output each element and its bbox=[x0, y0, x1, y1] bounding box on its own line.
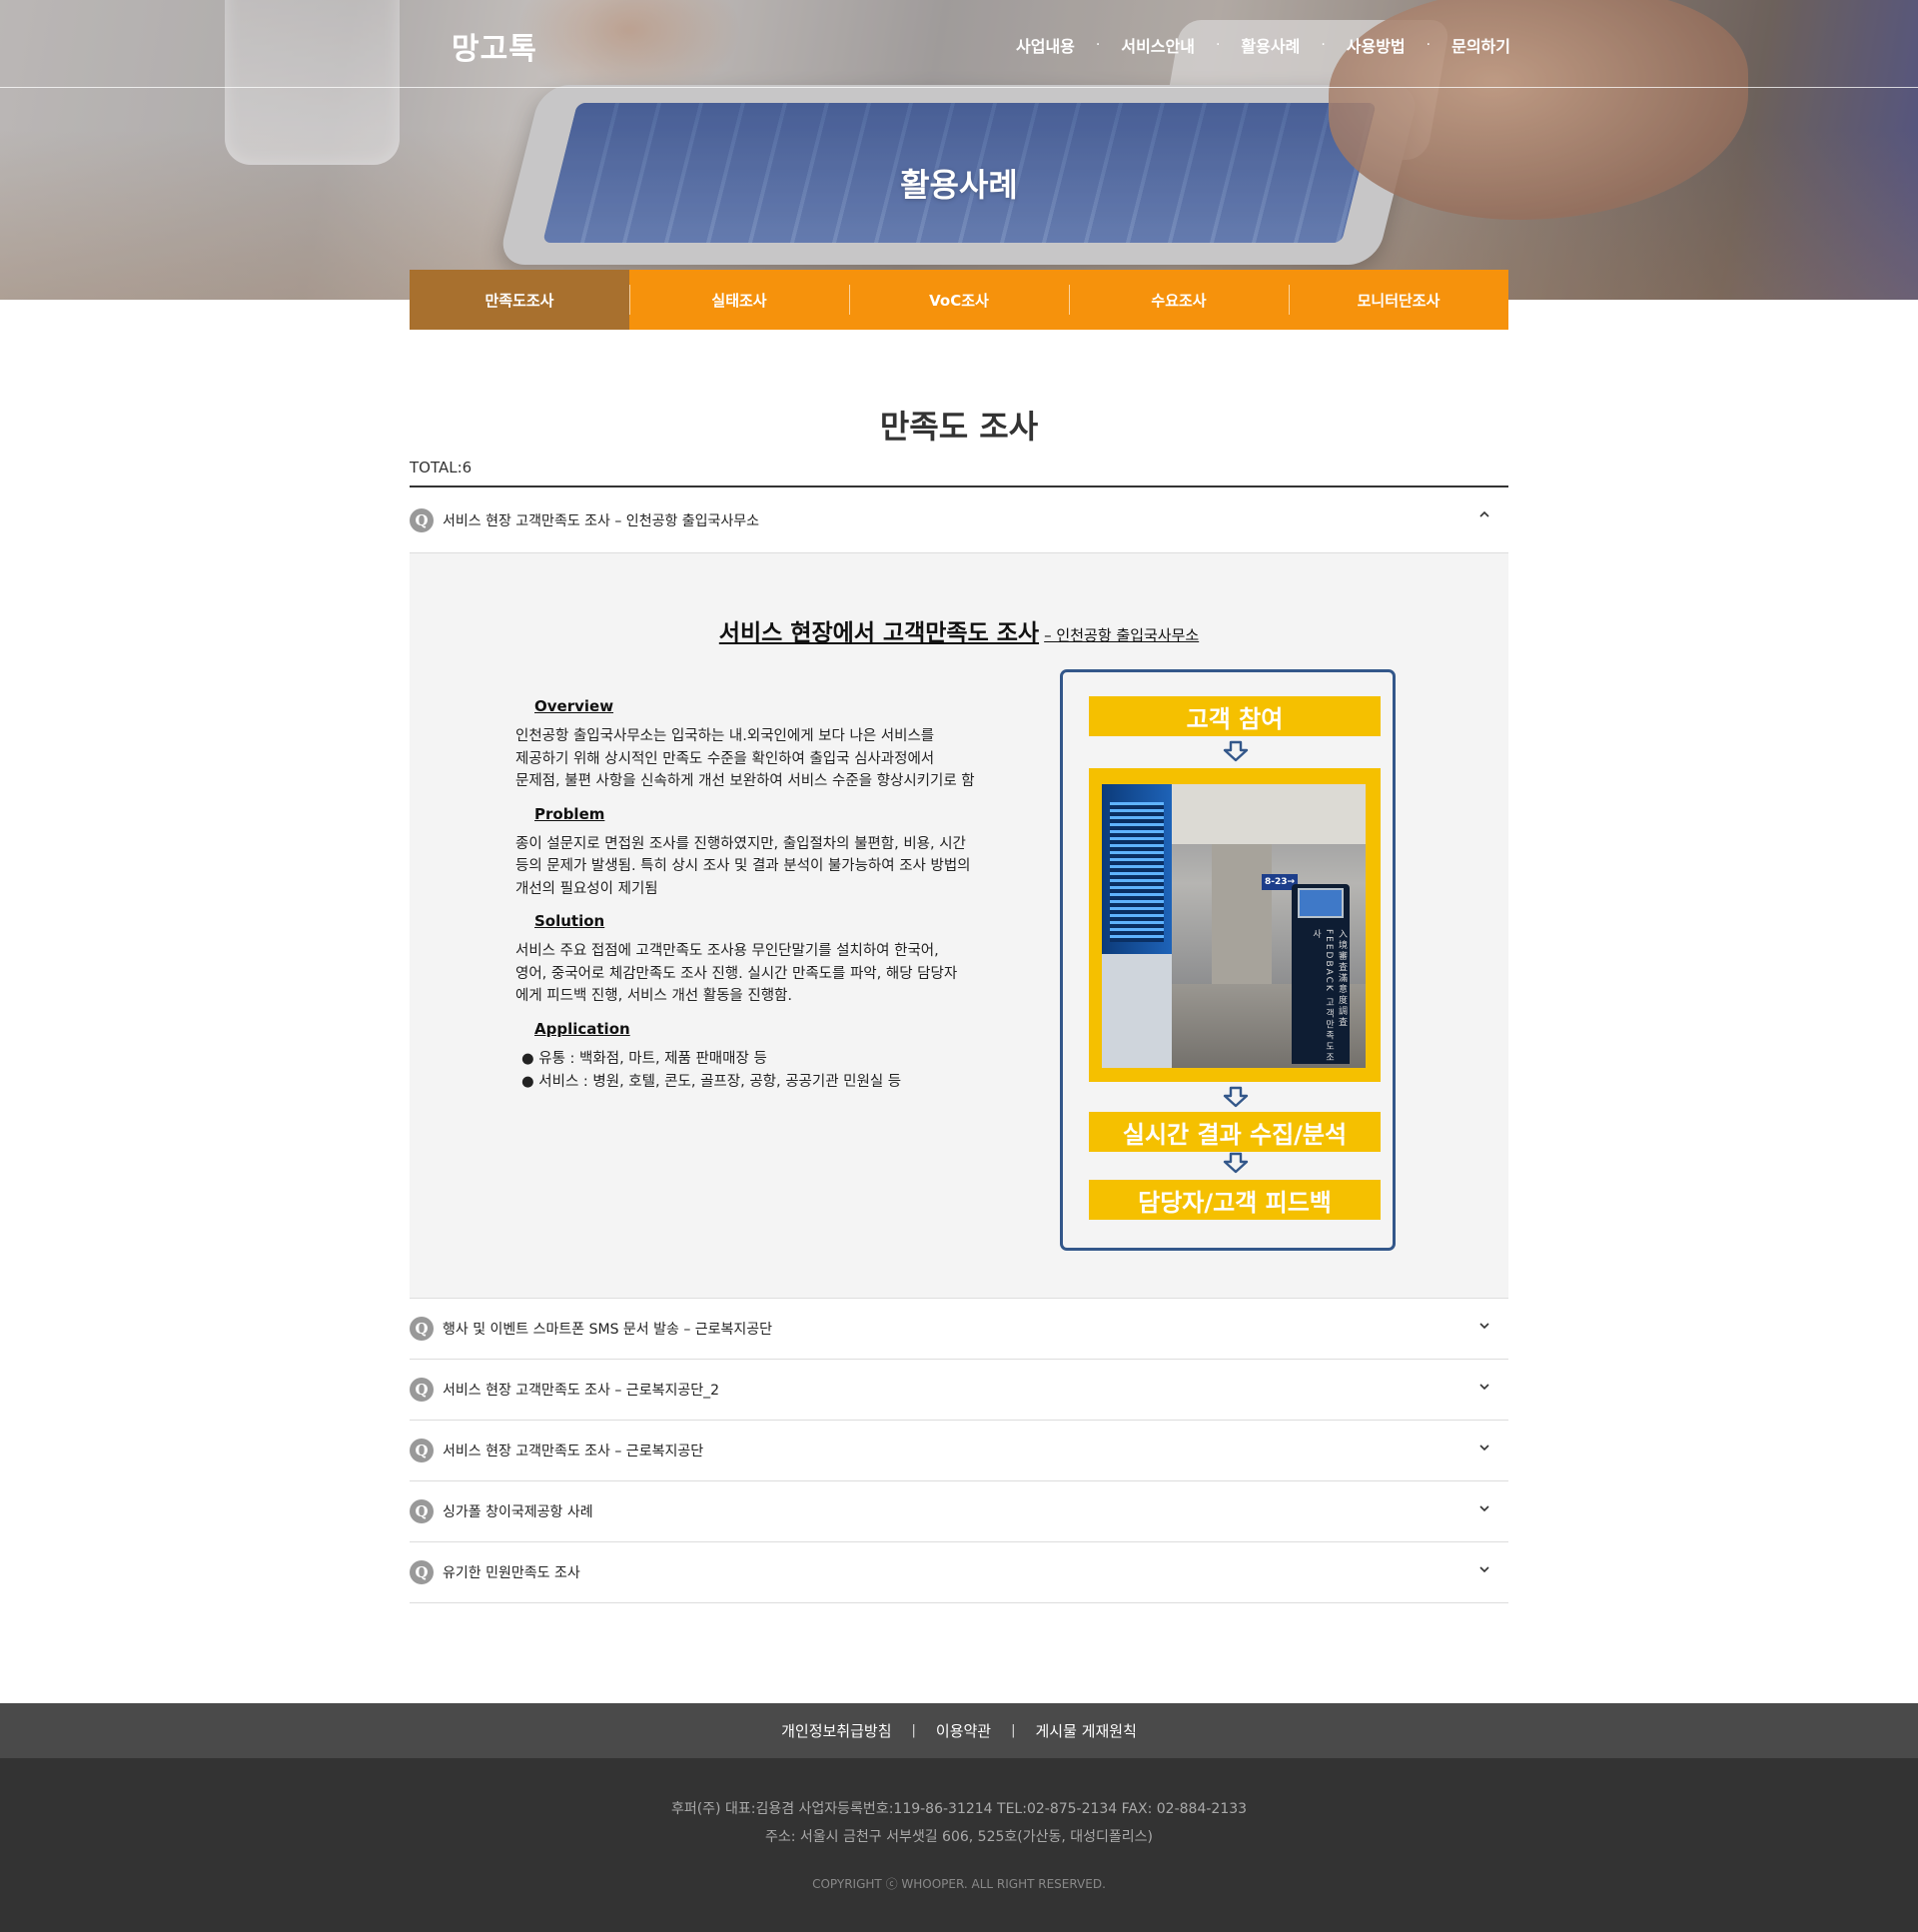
application-item: ● 유통 : 백화점, 마트, 제품 판매매장 등 bbox=[521, 1050, 767, 1067]
tab-voc[interactable]: VoC조사 bbox=[849, 270, 1069, 330]
nav-item-cases[interactable]: 활용사례 bbox=[1241, 33, 1300, 57]
category-tabs: 만족도조사 실태조사 VoC조사 수요조사 모니터단조사 bbox=[410, 270, 1508, 330]
main-nav: 사업내용 · 서비스안내 · 활용사례 · 사용방법 · 문의하기 bbox=[1016, 33, 1510, 57]
list-item-title: 서비스 현장 고객만족도 조사 – 근로복지공단 bbox=[443, 1444, 704, 1459]
kiosk-photo: 8-23→ 入境審査滿意度調査 FEEDBACK 고객만족도조사 bbox=[1089, 768, 1381, 1082]
nav-item-howto[interactable]: 사용방법 bbox=[1347, 33, 1406, 57]
list-item[interactable]: Q 서비스 현장 고객만족도 조사 – 근로복지공단_2 bbox=[410, 1360, 1508, 1421]
tab-status-survey[interactable]: 실태조사 bbox=[629, 270, 849, 330]
arrow-down-icon bbox=[1223, 1152, 1249, 1174]
footer-info: 후퍼(주) 대표:김용겸 사업자등록번호:119-86-31214 TEL:02… bbox=[0, 1758, 1918, 1932]
diagram-step-participation: 고객 참여 bbox=[1089, 696, 1381, 736]
list-item-title: 서비스 현장 고객만족도 조사 – 근로복지공단_2 bbox=[443, 1383, 719, 1399]
nav-dot-separator: · bbox=[1321, 37, 1326, 53]
q-icon: Q bbox=[410, 1317, 434, 1341]
footer-separator: | bbox=[911, 1723, 916, 1738]
company-info: 후퍼(주) 대표:김용겸 사업자등록번호:119-86-31214 TEL:02… bbox=[670, 1801, 1248, 1817]
nav-item-service[interactable]: 서비스안내 bbox=[1121, 33, 1195, 57]
nav-dot-separator: · bbox=[1426, 37, 1432, 53]
nav-dot-separator: · bbox=[1215, 37, 1221, 53]
solution-heading: Solution bbox=[534, 912, 605, 930]
case-list: Q 서비스 현장 고객만족도 조사 – 인천공항 출입국사무소 서비스 현장에서… bbox=[410, 485, 1508, 1603]
list-item[interactable]: Q 행사 및 이벤트 스마트폰 SMS 문서 발송 – 근로복지공단 bbox=[410, 1299, 1508, 1360]
hero-title: 활용사례 bbox=[900, 166, 1018, 204]
diagram-step-feedback: 담당자/고객 피드백 bbox=[1089, 1180, 1381, 1220]
list-item[interactable]: Q 서비스 현장 고객만족도 조사 – 인천공항 출입국사무소 bbox=[410, 487, 1508, 553]
list-item-title: 서비스 현장 고객만족도 조사 – 인천공항 출입국사무소 bbox=[443, 512, 760, 529]
detail-title-sub: – 인천공항 출입국사무소 bbox=[1044, 626, 1200, 644]
overview-text: 인천공항 출입국사무소는 입국하는 내.외국인에게 보다 나은 서비스를 제공하… bbox=[515, 728, 975, 789]
chevron-up-icon[interactable] bbox=[1478, 508, 1490, 520]
kiosk-photo-image: 8-23→ 入境審査滿意度調査 FEEDBACK 고객만족도조사 bbox=[1102, 784, 1366, 1068]
problem-heading: Problem bbox=[534, 804, 605, 823]
chevron-down-icon[interactable] bbox=[1478, 1563, 1490, 1575]
footer-link-posting-policy[interactable]: 게시물 게재원칙 bbox=[1036, 1720, 1137, 1741]
chevron-down-icon[interactable] bbox=[1478, 1320, 1490, 1332]
detail-title-main: 서비스 현장에서 고객만족도 조사 bbox=[718, 620, 1040, 646]
detail-text: Overview 인천공항 출입국사무소는 입국하는 내.외국인에게 보다 나은… bbox=[515, 697, 1055, 1094]
footer-links: 개인정보취급방침 | 이용약관 | 게시물 게재원칙 bbox=[0, 1703, 1918, 1758]
list-item-title: 싱가폴 창이국제공항 사례 bbox=[443, 1504, 593, 1520]
list-item[interactable]: Q 싱가폴 창이국제공항 사례 bbox=[410, 1481, 1508, 1542]
chevron-down-icon[interactable] bbox=[1478, 1381, 1490, 1393]
kiosk-label: 入境審査滿意度調査 FEEDBACK 고객만족도조사 bbox=[1311, 929, 1347, 1064]
q-icon: Q bbox=[410, 1439, 434, 1462]
hero-banner: 망고톡 사업내용 · 서비스안내 · 활용사례 · 사용방법 · 문의하기 활용… bbox=[0, 0, 1918, 300]
footer-link-terms[interactable]: 이용약관 bbox=[936, 1720, 991, 1741]
q-icon: Q bbox=[410, 1499, 434, 1523]
list-item[interactable]: Q 유기한 민원만족도 조사 bbox=[410, 1542, 1508, 1603]
application-item: ● 서비스 : 병원, 호텔, 콘도, 골프장, 공항, 공공기관 민원실 등 bbox=[521, 1073, 902, 1090]
q-icon: Q bbox=[410, 1560, 434, 1584]
application-heading: Application bbox=[534, 1019, 630, 1038]
survey-kiosk: 入境審査滿意度調査 FEEDBACK 고객만족도조사 bbox=[1292, 884, 1350, 1064]
top-navigation-bar: 망고톡 사업내용 · 서비스안내 · 활용사례 · 사용방법 · 문의하기 bbox=[0, 0, 1918, 88]
copyright: COPYRIGHT ⓒ WHOOPER. ALL RIGHT RESERVED. bbox=[812, 1877, 1106, 1891]
q-icon: Q bbox=[410, 507, 434, 532]
arrow-down-icon bbox=[1223, 1086, 1249, 1108]
list-item-title: 행사 및 이벤트 스마트폰 SMS 문서 발송 – 근로복지공단 bbox=[443, 1322, 773, 1338]
case-detail-panel: 서비스 현장에서 고객만족도 조사 – 인천공항 출입국사무소 Overview… bbox=[410, 553, 1508, 1299]
tab-monitor[interactable]: 모니터단조사 bbox=[1289, 270, 1508, 330]
tab-satisfaction[interactable]: 만족도조사 bbox=[410, 270, 629, 330]
nav-item-business[interactable]: 사업내용 bbox=[1016, 33, 1075, 57]
nav-item-contact[interactable]: 문의하기 bbox=[1451, 33, 1510, 57]
section-title: 만족도 조사 bbox=[879, 408, 1039, 446]
tab-demand[interactable]: 수요조사 bbox=[1069, 270, 1289, 330]
arrow-down-icon bbox=[1223, 740, 1249, 762]
diagram-step-analysis: 실시간 결과 수집/분석 bbox=[1089, 1112, 1381, 1152]
site-logo[interactable]: 망고톡 bbox=[452, 24, 537, 68]
q-icon: Q bbox=[410, 1378, 434, 1402]
process-diagram: 고객 참여 8-23→ 入境審査滿意度調査 FEEDBACK 고객만족도조사 실… bbox=[1060, 669, 1396, 1251]
list-item-title: 유기한 민원만족도 조사 bbox=[443, 1565, 580, 1581]
total-count: TOTAL:6 bbox=[410, 459, 473, 477]
chevron-down-icon[interactable] bbox=[1478, 1502, 1490, 1514]
footer-link-privacy[interactable]: 개인정보취급방침 bbox=[781, 1720, 891, 1741]
solution-text: 서비스 주요 접점에 고객만족도 조사용 무인단말기를 설치하여 한국어, 영어… bbox=[515, 943, 958, 1004]
overview-heading: Overview bbox=[534, 697, 614, 715]
chevron-down-icon[interactable] bbox=[1478, 1442, 1490, 1453]
problem-text: 종이 설문지로 면접원 조사를 진행하였지만, 출입절차의 불편함, 비용, 시… bbox=[515, 835, 971, 897]
footer-separator: | bbox=[1011, 1723, 1016, 1738]
nav-dot-separator: · bbox=[1095, 37, 1101, 53]
list-item[interactable]: Q 서비스 현장 고객만족도 조사 – 근로복지공단 bbox=[410, 1421, 1508, 1481]
detail-title: 서비스 현장에서 고객만족도 조사 – 인천공항 출입국사무소 bbox=[410, 613, 1508, 647]
company-address: 주소: 서울시 금천구 서부샛길 606, 525호(가산동, 대성디폴리스) bbox=[764, 1829, 1154, 1845]
